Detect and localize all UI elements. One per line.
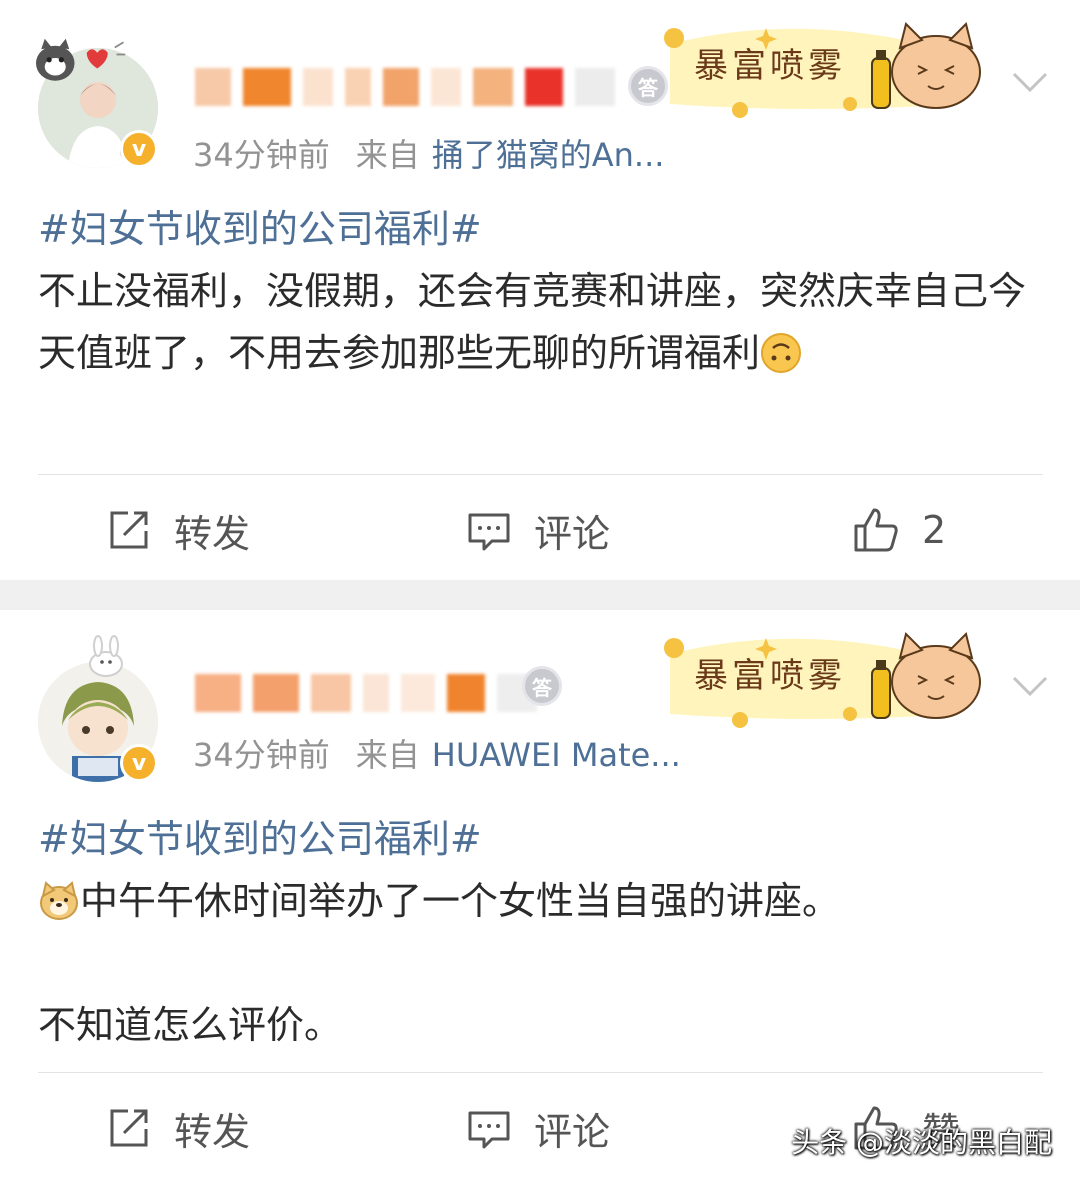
watermark: 头条 @淡淡的黑白配 [791,1126,1052,1159]
weibo-post-card: v 答 34分钟前 来自 HUAWEI Mate... 暴富喷雾 #妇女节收到的… [0,610,1080,1183]
topic-hashtag[interactable]: #妇女节收到的公司福利# [38,808,1048,870]
post-time: 34分钟前 [193,736,330,774]
comment-button[interactable]: 评论 [466,1088,610,1168]
like-button[interactable]: 2 [852,490,946,570]
repost-icon [110,1109,148,1147]
verified-badge-icon: v [120,130,158,168]
answerer-medal-icon: 答 [522,666,562,706]
repost-icon [110,511,148,549]
cat-pendant-icon [36,38,126,81]
upside-down-face-icon [761,333,802,373]
comment-icon [468,1111,510,1149]
comment-button[interactable]: 评论 [466,490,610,570]
repost-button[interactable]: 转发 [106,490,250,570]
doge-icon [40,881,78,920]
post-content: #妇女节收到的公司福利# 不止没福利，没假期，还会有竞赛和讲座，突然庆幸自己今天… [38,198,1048,384]
chevron-down-icon[interactable] [1010,62,1050,102]
verified-badge-icon: v [120,744,158,782]
comment-label: 评论 [534,1109,611,1154]
post-meta: 34分钟前 来自 捅了猫窝的An... [193,130,664,176]
source-link[interactable]: 捅了猫窝的An... [432,136,665,174]
repost-label: 转发 [174,511,251,556]
chevron-down-icon[interactable] [1010,666,1050,706]
promo-text: 暴富喷雾 [694,656,846,696]
topic-hashtag[interactable]: #妇女节收到的公司福利# [38,198,1048,260]
like-count: 2 [922,508,947,552]
bunny-pendant-icon [89,635,123,677]
comment-icon [468,513,510,551]
comment-label: 评论 [534,511,611,556]
divider [38,1072,1043,1073]
repost-button[interactable]: 转发 [106,1088,250,1168]
post-text: 中午午休时间举办了一个女性当自强的讲座。 [80,879,841,923]
username-blurred[interactable] [195,64,625,110]
post-text: 不止没福利，没假期，还会有竞赛和讲座，突然庆幸自己今天值班了，不用去参加那些无聊… [38,269,1027,375]
repost-label: 转发 [174,1109,251,1154]
source-prefix: 来自 [355,136,420,174]
promo-text: 暴富喷雾 [694,46,846,86]
promo-banner[interactable]: 暴富喷雾 [660,14,1000,124]
post-content: #妇女节收到的公司福利# 中午午休时间举办了一个女性当自强的讲座。 不知道怎么评… [38,808,1048,1056]
weibo-post-card: v 答 34分钟前 来自 捅了猫窝的An... 暴富喷雾 #妇女节收到的公司福利… [0,0,1080,580]
post-time: 34分钟前 [193,136,330,174]
source-prefix: 来自 [355,736,420,774]
divider [38,474,1043,475]
post-meta: 34分钟前 来自 HUAWEI Mate... [193,730,681,776]
promo-banner[interactable]: 暴富喷雾 [660,624,1000,734]
post-text: 不知道怎么评价。 [38,1003,343,1047]
action-bar: 转发 评论 2 [0,490,1080,570]
source-link[interactable]: HUAWEI Mate... [432,736,681,774]
thumbs-up-icon [854,508,898,552]
